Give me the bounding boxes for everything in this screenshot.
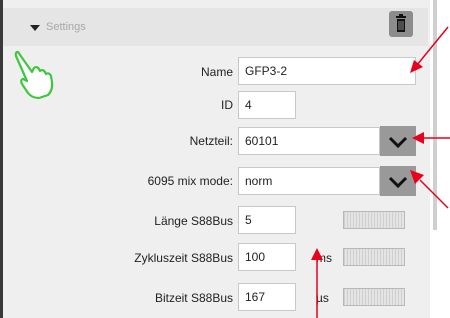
hand-pointer-icon bbox=[14, 50, 54, 100]
collapse-triangle-icon[interactable] bbox=[30, 25, 40, 31]
name-label: Name bbox=[200, 65, 233, 79]
settings-title: Settings bbox=[46, 21, 86, 33]
annotation-arrow-netzteil bbox=[412, 132, 450, 144]
zykluszeit-label: Zykluszeit S88Bus bbox=[134, 251, 233, 265]
chevron-down-icon bbox=[388, 136, 408, 149]
zykluszeit-input[interactable]: 100 bbox=[238, 243, 296, 271]
id-input[interactable]: 4 bbox=[238, 91, 296, 119]
mix-mode-select[interactable]: norm bbox=[238, 167, 380, 195]
bitzeit-slider[interactable] bbox=[343, 288, 405, 306]
mix-mode-label: 6095 mix mode: bbox=[147, 174, 233, 188]
bitzeit-input[interactable]: 167 bbox=[238, 283, 296, 311]
laenge-label: Länge S88Bus bbox=[154, 214, 233, 228]
panel-border bbox=[0, 0, 3, 318]
name-input[interactable]: GFP3-2 bbox=[238, 57, 416, 85]
zykluszeit-slider[interactable] bbox=[343, 248, 405, 266]
annotation-arrow-mix-mode bbox=[410, 170, 449, 209]
id-label: ID bbox=[221, 98, 233, 112]
laenge-input[interactable]: 5 bbox=[238, 206, 296, 234]
bitzeit-label: Bitzeit S88Bus bbox=[154, 291, 233, 305]
laenge-slider[interactable] bbox=[343, 211, 405, 229]
netzteil-dropdown-button[interactable] bbox=[380, 126, 416, 156]
netzteil-label: Netzteil: bbox=[189, 134, 233, 148]
annotation-arrow-slider bbox=[311, 248, 323, 318]
annotation-arrow-name bbox=[410, 26, 449, 73]
netzteil-select[interactable]: 60101 bbox=[238, 127, 380, 155]
settings-panel: Settings Name GFP3-2 ID 4 Netzteil: 6010… bbox=[0, 0, 430, 318]
